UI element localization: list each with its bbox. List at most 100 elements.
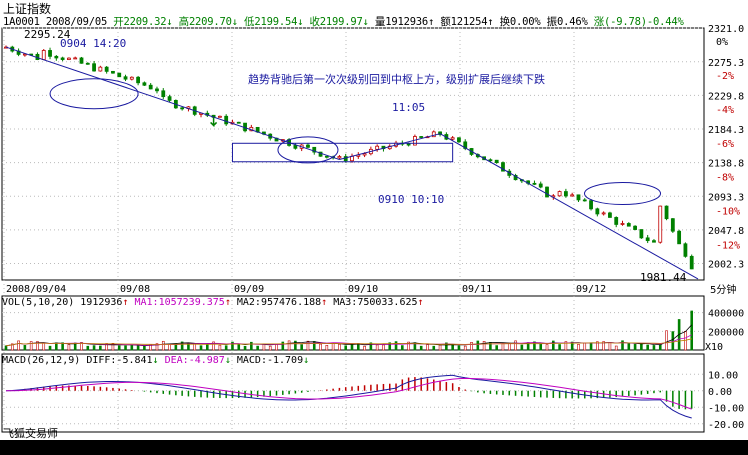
macd-tick-label: -20.00	[708, 420, 744, 431]
volume-bar	[482, 341, 486, 351]
volume-bar	[42, 342, 46, 351]
candle-body	[589, 200, 593, 210]
volume-bar	[206, 343, 209, 351]
volume-bar	[17, 340, 20, 351]
candle-body	[48, 50, 52, 57]
volume-bar	[426, 344, 429, 351]
volume-bar	[117, 345, 121, 351]
volume-bar	[552, 340, 555, 351]
candle-body	[224, 115, 229, 125]
macd-line	[5, 374, 692, 419]
volume-bar	[268, 345, 272, 351]
time-tick-label: 09/10	[348, 284, 378, 295]
candle-body	[626, 223, 631, 227]
candle-body	[117, 72, 122, 78]
candle-body	[375, 145, 380, 150]
volume-bar	[193, 343, 197, 351]
volume-bar	[350, 343, 354, 351]
candle-body	[419, 136, 424, 138]
volume-bar	[690, 310, 694, 351]
volume-bar	[438, 344, 442, 351]
volume-bar	[633, 343, 637, 351]
volume-bar	[4, 345, 8, 351]
volume-bar	[48, 345, 52, 351]
volume-bar	[589, 342, 593, 351]
price-tick-label: 2002.3	[708, 260, 744, 271]
candle-body	[161, 90, 166, 98]
volume-bar	[501, 343, 505, 351]
chart-window: 上证指数 1A0001 2008/09/05 开2209.32↓ 高2209.7…	[0, 0, 748, 455]
candle-body	[129, 76, 134, 80]
candle-body	[664, 205, 669, 220]
candle-body	[98, 66, 103, 72]
pct-tick-label: -2%	[716, 71, 734, 82]
macd-tick-label: -10.00	[708, 403, 744, 414]
mid-high-time-label: 11:05	[392, 101, 425, 114]
pct-tick-label: -10%	[716, 207, 740, 218]
volume-bar	[394, 341, 398, 351]
vol-header: VOL(5,10,20) 1912936↑ MA1:1057239.375↑ M…	[2, 297, 424, 308]
candle-body	[54, 55, 59, 59]
trend-line	[339, 133, 441, 161]
price-tick-label: 2138.8	[708, 159, 744, 170]
candle-body	[123, 76, 128, 80]
volume-bar	[23, 345, 27, 351]
grid-lines	[2, 27, 704, 432]
highlight-ellipse	[49, 78, 139, 110]
volume-bar	[457, 345, 461, 351]
candle-body	[557, 191, 562, 197]
candle-body	[73, 57, 78, 60]
candle-body	[645, 237, 650, 242]
candle-body	[545, 186, 549, 198]
candle-body	[142, 82, 147, 86]
time-tick-label: 2008/09/04	[6, 284, 66, 295]
volume-bar	[432, 345, 436, 351]
volume-bar	[658, 344, 662, 351]
volume-bar	[55, 342, 58, 351]
candle-body	[41, 50, 46, 61]
volume-bar	[665, 330, 668, 351]
candle-body	[670, 218, 675, 232]
highlight-ellipse	[584, 182, 662, 206]
volume-bar	[614, 345, 618, 351]
bottom-strip	[0, 440, 748, 455]
candle-body	[217, 115, 222, 118]
candle-body	[79, 57, 84, 64]
candle-body	[633, 225, 637, 230]
candle-body	[306, 144, 310, 148]
volume-bar	[136, 345, 140, 351]
volume-ma-lines	[5, 324, 692, 347]
price-tick-label: 2047.8	[708, 226, 744, 237]
volume-bar	[331, 342, 335, 351]
time-tick-label: 09/12	[576, 284, 606, 295]
down-arrow-marker	[210, 117, 218, 128]
time-tick-label: 09/11	[462, 284, 492, 295]
pct-tick-label: -12%	[716, 241, 740, 252]
volume-bar	[514, 340, 517, 351]
credit-label: 飞狐交易师	[3, 427, 58, 440]
price-tick-label: 2275.3	[708, 58, 744, 69]
volume-bar	[287, 340, 291, 351]
time-axis: 2008/09/04 09/08 09/09 09/10 09/11 09/12	[6, 284, 606, 295]
volume-bar	[199, 345, 203, 351]
volume-bar	[124, 345, 127, 351]
candle-body	[620, 223, 625, 225]
candle-body	[652, 240, 656, 243]
candle-body	[362, 153, 367, 156]
candle-body	[658, 205, 663, 243]
volume-bar	[243, 345, 247, 351]
candle-body	[324, 155, 329, 158]
volume-bar	[86, 345, 90, 351]
volume-bar	[652, 345, 656, 351]
candle-body	[488, 159, 493, 162]
period-label: 5分钟	[710, 283, 736, 296]
volume-bar	[161, 340, 165, 351]
start-time-label: 0904 14:20	[60, 37, 126, 50]
candle-body	[450, 137, 455, 140]
pct-tick-label: -8%	[716, 173, 734, 184]
volume-tick-label: 200000	[708, 327, 744, 338]
volume-bar	[325, 345, 329, 351]
volume-bar	[558, 344, 561, 351]
volume-bar	[306, 340, 310, 351]
volume-bar	[419, 345, 423, 351]
